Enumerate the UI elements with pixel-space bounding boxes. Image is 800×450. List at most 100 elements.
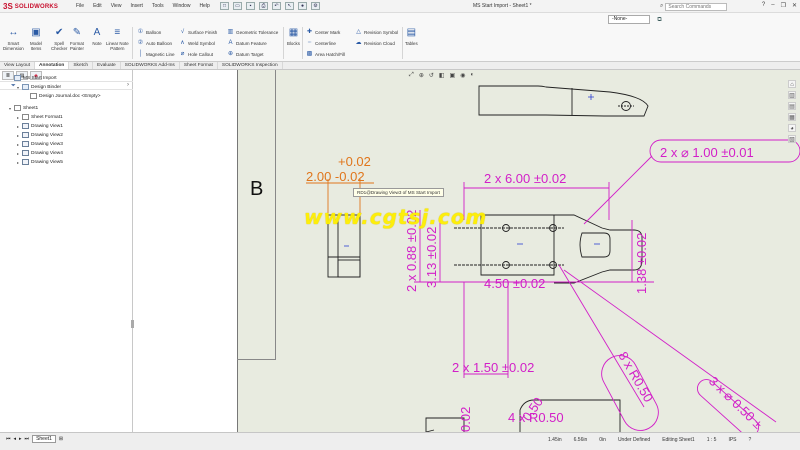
menu-insert[interactable]: Insert [130,3,143,9]
design-library-icon[interactable]: ▥ [788,91,796,99]
tab-sheet-format[interactable]: Sheet Format [180,62,218,69]
tab-view-layout[interactable]: View Layout [0,62,36,69]
tab-evaluate[interactable]: Evaluate [93,62,121,69]
tab-solidworks-add-ins[interactable]: SOLIDWORKS Add-Ins [121,62,180,69]
undo-icon[interactable]: ↶ [272,2,281,10]
open-icon[interactable]: ▭ [233,2,242,10]
tree-node[interactable]: MS Start Import [8,74,57,82]
tree-node[interactable]: ▸ Drawing View5 [16,158,63,166]
tree-node[interactable]: ▸ Sheet Format1 [16,113,63,121]
close-icon[interactable]: ✕ [792,2,797,9]
minimize-icon[interactable]: – [771,2,774,9]
unit-system[interactable]: IPS [728,437,736,443]
tree-node-label: MS Start Import [23,75,57,81]
tab-annotation[interactable]: Annotation [35,62,70,69]
center-mark-button[interactable]: ✚ Center Mark [306,29,340,36]
menu-tools[interactable]: Tools [152,3,164,9]
resources-icon[interactable]: ⌂ [788,80,796,88]
expand-toggle-icon[interactable]: ▾ [8,106,12,111]
prev-sheet-icon[interactable]: ◂ [14,436,17,442]
first-sheet-icon[interactable]: ⏮ [6,436,11,442]
last-sheet-icon[interactable]: ⏭ [25,436,30,442]
menu-file[interactable]: File [76,3,84,9]
tree-node[interactable]: ▸ Drawing View4 [16,149,63,157]
smart-dimension-button[interactable]: ↔ Smart Dimension [3,27,24,51]
sheet-tab-sheet1[interactable]: Sheet1 [32,435,56,443]
window-controls: ? – ❐ ✕ [762,2,797,9]
blocks-icon: ▦ [288,27,299,38]
zoom-area-icon[interactable]: ⊕ [419,72,424,79]
appearance-icon[interactable]: ◐ [470,72,474,79]
geometric-tolerance-button[interactable]: ▥ Geometric Tolerance [227,29,279,36]
blocks-button[interactable]: ▦ Blocks [287,27,300,46]
rebuild-icon[interactable]: ● [298,2,307,10]
layer-select[interactable]: -None- [608,15,650,24]
weld-symbol-button[interactable]: ∧ Weld Symbol [179,40,215,47]
layer-properties-icon[interactable]: ⧉ [655,16,664,24]
revision-cloud-button[interactable]: ☁ Revision Cloud [355,40,395,47]
expand-toggle-icon[interactable]: ▸ [16,124,20,129]
previous-view-icon[interactable]: ↺ [429,72,434,79]
chevron-right-icon[interactable]: › [127,82,129,88]
area-hatch-fill-button[interactable]: ▩ Area Hatch/Fill [306,51,345,58]
expand-toggle-icon[interactable]: ▸ [16,133,20,138]
custom-properties-icon[interactable]: ▧ [788,135,796,143]
hide-show-icon[interactable]: ◉ [460,72,465,79]
new-icon[interactable]: □ [220,2,229,10]
tree-node[interactable]: ▾ Sheet1 [8,104,38,112]
centerline-button[interactable]: ┄ Centerline [306,40,336,47]
menu-edit[interactable]: Edit [93,3,102,9]
surface-finish-button[interactable]: √ Surface Finish [179,29,218,36]
print-icon[interactable]: ⎙ [259,2,268,10]
next-sheet-icon[interactable]: ▸ [19,436,22,442]
select-icon[interactable]: ↖ [285,2,294,10]
expand-toggle-icon[interactable]: ▸ [16,142,20,147]
tab-sketch[interactable]: Sketch [69,62,94,69]
spell-checker-button[interactable]: ✔ Spell Checker [51,27,67,51]
tree-node[interactable]: ▸ Drawing View1 [16,122,63,130]
revision-symbol-button[interactable]: △ Revision Symbol [355,29,398,36]
magnetic-line-button[interactable]: │ Magnetic Line [137,51,175,58]
save-icon[interactable]: ▪ [246,2,255,10]
width-dim-text: 2 x 6.00 ±0.02 [484,171,566,186]
restore-icon[interactable]: ❐ [781,2,786,9]
section-view-icon[interactable]: ◧ [439,72,445,79]
tree-node[interactable]: ▾ Design Binder [16,83,61,91]
menu-window[interactable]: Window [173,3,191,9]
status-help-icon[interactable]: ? [749,437,752,443]
datum-target-button[interactable]: ⊕ Datum Target [227,51,264,58]
datum-feature-button[interactable]: A Datum Feature [227,40,266,47]
expand-toggle-icon[interactable]: ▸ [16,151,20,156]
solidworks-logo[interactable]: 3S SOLIDWORKS [3,2,58,11]
display-style-icon[interactable]: ▣ [450,72,456,79]
model-items-button[interactable]: ▣ Model Items [30,27,42,51]
file-explorer-icon[interactable]: ▤ [788,102,796,110]
expand-toggle-icon[interactable]: ▾ [16,85,20,90]
menu-help[interactable]: Help [199,3,209,9]
expand-toggle-icon[interactable]: ▸ [16,115,20,120]
watermark: www.cgtsj.com [304,205,488,229]
help-icon[interactable]: ? [762,2,765,9]
linear-note-pattern-button[interactable]: ≡ Linear Note Pattern [106,27,129,51]
graphics-area[interactable]: B +0.02 2.00 -0.02 2 x ⌀ 1.00 ±0.01 2 x … [134,70,800,432]
hole-callout-button[interactable]: ⌀ Hole Callout [179,51,213,58]
tab-solidworks-inspection[interactable]: SOLIDWORKS Inspection [218,62,283,69]
balloon-button[interactable]: ① Balloon [137,29,162,36]
add-sheet-icon[interactable]: ⊞ [59,436,63,442]
tree-node[interactable]: ▸ Drawing View2 [16,131,63,139]
view-palette-icon[interactable]: ▦ [788,113,796,121]
appearances-icon[interactable]: ◕ [788,124,796,132]
search-input[interactable] [665,2,728,11]
tree-node[interactable]: ▸ Drawing View3 [16,140,63,148]
options-icon[interactable]: ⚙ [311,2,320,10]
tree-node[interactable]: Design Journal.doc <Empty> [24,92,101,100]
format-painter-button[interactable]: ✎ Format Painter [70,27,84,51]
auto-balloon-button[interactable]: ② Auto Balloon [137,40,172,47]
menu-view[interactable]: View [111,3,122,9]
expand-toggle-icon[interactable]: ▸ [16,160,20,165]
tables-button[interactable]: ▤ Tables [405,27,418,46]
dia050-dim-text: 3 x ⌀ 0.50 ± [706,373,766,431]
sheet-scale[interactable]: 1 : 5 [707,437,717,443]
note-button[interactable]: A Note [91,27,103,46]
zoom-to-fit-icon[interactable]: ⤢ [409,72,414,79]
